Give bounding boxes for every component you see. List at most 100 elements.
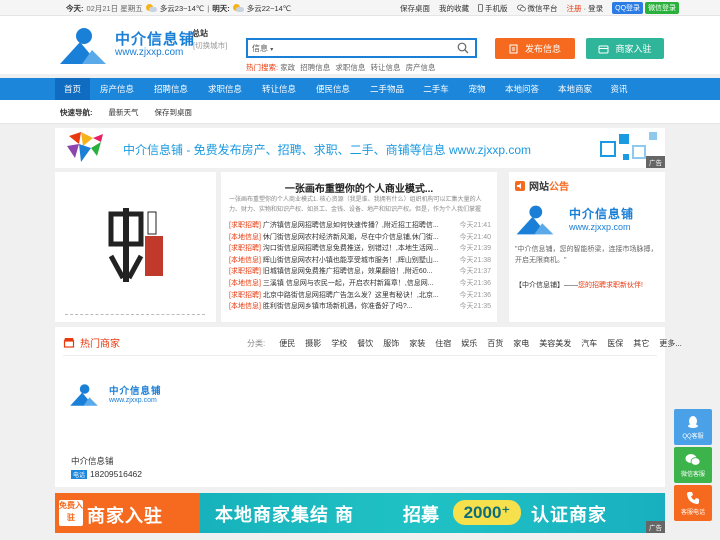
list-item[interactable]: [本地信息] 三溪镇 信息网与农民一起，开启农村新篇章！,信息网... 今天21:3… [229,278,491,290]
category-link[interactable]: 家装 [409,338,425,349]
calligraphy-logo-image [108,208,163,282]
merchant-logo-text: 中介信息铺 [109,386,162,397]
slider-indicator[interactable] [65,314,205,315]
news-panel: 一张画布重塑你的个人商业模式... 一张画布重塑你的个人商业模式1. 核心资源（… [221,172,497,322]
category-link[interactable]: 医保 [607,338,623,349]
announcement-panel: 网站 公告 中介信息铺 www.zjxxp.com "中介信息铺，您的智能桥梁，连… [509,172,665,322]
qq-service-button[interactable]: QQ客服 [674,409,712,445]
nav-item-usedcar[interactable]: 二手车 [414,78,458,100]
quick-nav-label: 快速导航: [60,108,93,117]
main-nav: 首页 房产信息 招聘信息 求职信息 转让信息 便民信息 二手物品 二手车 宠物 … [0,78,720,100]
category-link[interactable]: 美容美发 [539,338,571,349]
mobile-link[interactable]: 手机版 [478,3,508,14]
image-slider[interactable] [55,172,216,322]
merchant-join-button[interactable]: 商家入驻 [586,38,664,59]
speaker-icon [515,180,525,191]
register-link[interactable]: 注册 [567,4,582,13]
list-item[interactable]: [本地信息] 胜利街信息网乡镇市场新机遇，你准备好了吗?... 今天21:35 [229,301,491,313]
list-item[interactable]: [求职招聘] 旧城镇信息网免费推广招聘信息，效果翻倍！,附近60... 今天21:3… [229,266,491,278]
post-info-button[interactable]: 发布信息 [495,38,575,59]
hot-keyword[interactable]: 房产信息 [406,63,436,72]
more-categories-link[interactable]: 更多... [659,338,682,349]
hot-label: 热门搜索: [246,63,279,72]
save-to-desktop-link[interactable]: 保存到桌面 [155,107,193,118]
recruit-text: 本地商家集结 商 [215,505,355,525]
nav-item-jobs[interactable]: 招聘信息 [144,78,198,100]
tomorrow-label: 明天: [212,4,230,13]
announcement-title: 网站 公告 [515,178,569,193]
category-link[interactable]: 汽车 [581,338,597,349]
categories-label: 分类: [247,339,266,348]
hot-keyword[interactable]: 求职信息 [335,63,365,72]
nav-item-home[interactable]: 首页 [55,78,90,100]
save-desktop-link[interactable]: 保存桌面 [400,3,430,14]
logo-icon [70,384,98,406]
hot-keyword[interactable]: 家政 [280,63,295,72]
category-link[interactable]: 住宿 [435,338,451,349]
category-link[interactable]: 餐饮 [357,338,373,349]
login-link[interactable]: 登录 [588,4,603,13]
category-link[interactable]: 摄影 [305,338,321,349]
category-link[interactable]: 服饰 [383,338,399,349]
search-box[interactable]: 信息 ▾ [246,38,477,58]
banner-slogan: 中介信息铺 - 免费发布房产、招聘、求职、二手、商铺等信息 www.zjxxp.… [123,143,532,157]
list-item[interactable]: [求职招聘] 北京中路街信息网招聘广告怎么发？这里有秘诀！,北京... 今天21:3… [229,290,491,302]
hot-keyword[interactable]: 招聘信息 [300,63,330,72]
phone-icon [478,4,483,12]
nav-item-service[interactable]: 便民信息 [306,78,360,100]
wechat-icon [685,453,701,466]
nav-item-pets[interactable]: 宠物 [458,78,496,100]
list-item[interactable]: [本地信息] 休门街信息网农村经济新风潮，尽在中介信息铺,休门街... 今天21:4… [229,232,491,244]
hot-keyword[interactable]: 转让信息 [370,63,400,72]
nav-item-secondhand[interactable]: 二手物品 [360,78,414,100]
nav-item-house[interactable]: 房产信息 [90,78,144,100]
merchant-logo-url: www.zjxxp.com [109,397,157,404]
hot-merchants-title: 热门商家 [63,335,120,350]
nav-item-seek[interactable]: 求职信息 [198,78,252,100]
weather-link[interactable]: 最新天气 [109,107,139,118]
wechat-login-button[interactable]: 微信登录 [645,2,680,14]
merchant-recruit-banner[interactable]: 免费入驻 商家入驻 本地商家集结 商 招募 2000⁺ 认证商家 广告 [55,493,665,533]
category-link[interactable]: 家电 [513,338,529,349]
list-item[interactable]: [求职招聘] 广济镇信息网招聘信息如何快速传播？,附近招工招聘信... 今天21:4… [229,220,491,232]
merchant-card[interactable]: 中介信息铺 www.zjxxp.com [65,375,215,415]
wechat-service-button[interactable]: 微信客服 [674,447,712,483]
qq-login-button[interactable]: QQ登录 [612,2,644,14]
category-link[interactable]: 学校 [331,338,347,349]
qq-icon [688,415,698,428]
favorites-link[interactable]: 我的收藏 [439,3,469,14]
colorful-logo-icon [67,132,103,162]
top-links: 保存桌面 我的收藏 手机版 微信平台 注册 · 登录 QQ登录 微信登录 [400,2,680,14]
search-icon[interactable] [457,42,469,54]
category-link[interactable]: 百货 [487,338,503,349]
join-text: 商家入驻 [87,506,163,526]
phone-service-button[interactable]: 客服电话 [674,485,712,521]
switch-city-link[interactable]: [切换城市] [193,40,227,51]
divider [63,355,657,356]
logo-url: www.zjxxp.com [115,47,184,58]
announcement-text: "中介信息铺，您的智能桥梁，连接市场脉搏，开启无限商机。" [515,246,658,264]
category-link[interactable]: 娱乐 [461,338,477,349]
nav-item-transfer[interactable]: 转让信息 [252,78,306,100]
merchant-name[interactable]: 中介信息铺 [71,455,114,467]
announcement-slogan: 【中介信息铺】——您的招聘求职新伙伴! [515,282,643,289]
top-banner-ad[interactable]: 中介信息铺 - 免费发布房产、招聘、求职、二手、商铺等信息 www.zjxxp.… [55,128,665,168]
floating-service: QQ客服 微信客服 客服电话 [674,409,712,523]
headline[interactable]: 一张画布重塑你的个人商业模式... [221,180,497,195]
ad-tag: 广告 [646,156,665,168]
free-badge: 免费入驻 [59,500,83,526]
cloudy-icon [145,4,157,13]
announcement-logo-text: 中介信息铺 [569,207,635,221]
today-weather: 多云23~14℃ [159,4,205,13]
merchant-categories: 分类: 便民 摄影 学校 餐饮 服饰 家装 住宿 娱乐 百货 家电 美容美发 汽… [247,338,682,349]
list-item[interactable]: [本地信息] 辉山街信息网农村小镇也能享受城市服务！,辉山别墅山... 今天21:3… [229,255,491,267]
chevron-down-icon: ▾ [270,47,274,53]
list-item[interactable]: [求职招聘] 沟口街信息网招聘信息免费推送，别错过！,本地生活网... 今天21:3… [229,243,491,255]
wechat-platform-link[interactable]: 微信平台 [516,3,558,14]
category-link[interactable]: 便民 [279,338,295,349]
search-type-select[interactable]: 信息 ▾ [252,43,273,54]
nav-item-qa[interactable]: 本地问答 [496,78,548,100]
nav-item-merchants[interactable]: 本地商家 [548,78,602,100]
category-link[interactable]: 其它 [633,338,649,349]
nav-item-news[interactable]: 资讯 [602,78,636,100]
